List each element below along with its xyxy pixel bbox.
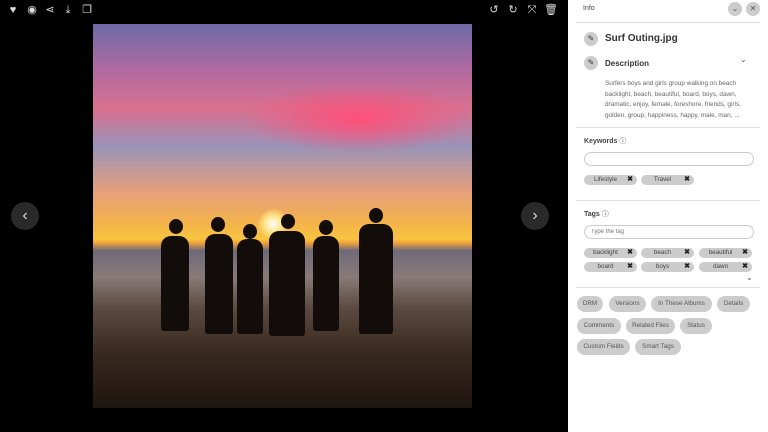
trash-icon[interactable]: 🗑 — [544, 3, 558, 17]
remove-icon[interactable]: ✖ — [742, 248, 748, 258]
tag-chip: beautiful ✖ — [699, 248, 752, 258]
download-icon[interactable]: ⤓ — [61, 3, 75, 17]
file-name: Surf Outing.jpg — [605, 33, 678, 44]
tags-input[interactable] — [584, 225, 754, 239]
tag-chip: backlight ✖ — [584, 248, 637, 258]
section-related-files[interactable]: Related Files — [626, 318, 675, 334]
help-icon[interactable]: ⓘ — [602, 211, 609, 218]
tag-chip: boys ✖ — [641, 262, 694, 272]
section-smart-tags[interactable]: Smart Tags — [635, 339, 681, 355]
keywords-input[interactable] — [584, 152, 754, 166]
description-label: Description — [605, 59, 650, 68]
description-text: Surfers boys and girls group walking on … — [605, 80, 741, 119]
section-comments[interactable]: Comments — [577, 318, 621, 334]
tags-label: Tags — [584, 211, 600, 218]
remove-icon[interactable]: ✖ — [627, 248, 633, 258]
share-icon[interactable]: ⋖ — [43, 3, 57, 17]
eye-icon[interactable]: ◉ — [25, 3, 39, 17]
info-panel: Info ⌄ ✕ ✎ Surf Outing.jpg ✎ Description… — [568, 0, 768, 432]
section-details[interactable]: Details — [717, 296, 750, 312]
section-drm[interactable]: DRM — [577, 296, 603, 312]
collapse-chevron-icon[interactable]: ⌄ — [728, 2, 742, 16]
close-icon[interactable]: ✕ — [746, 2, 760, 16]
section-versions[interactable]: Versions — [609, 296, 646, 312]
section-in-these-albums[interactable]: In These Albums — [651, 296, 712, 312]
remove-icon[interactable]: ✖ — [742, 262, 748, 272]
section-status[interactable]: Status — [680, 318, 712, 334]
tag-chip: board ✖ — [584, 262, 637, 272]
image-viewer: ♥ ◉ ⋖ ⤓ ❐ ↺ ↻ ⤧ 🗑 ‹ › — [0, 0, 568, 432]
next-image-button[interactable]: › — [521, 202, 549, 230]
keyword-chip: Lifestyle ✖ — [584, 175, 637, 185]
edit-description-pencil-icon[interactable]: ✎ — [584, 56, 598, 70]
copy-icon[interactable]: ❐ — [80, 3, 94, 17]
edit-name-pencil-icon[interactable]: ✎ — [584, 32, 598, 46]
tag-chip: dawn ✖ — [699, 262, 752, 272]
photo — [93, 24, 472, 408]
keywords-label: Keywords — [584, 138, 618, 145]
remove-icon[interactable]: ✖ — [627, 175, 633, 185]
previous-image-button[interactable]: ‹ — [11, 202, 39, 230]
section-custom-fields[interactable]: Custom Fields — [577, 339, 630, 355]
undo-icon[interactable]: ↺ — [487, 3, 501, 17]
remove-icon[interactable]: ✖ — [627, 262, 633, 272]
fit-icon[interactable]: ⤧ — [525, 3, 539, 17]
show-more-tags-chevron-icon[interactable]: ⌄ — [746, 273, 753, 282]
help-icon[interactable]: ⓘ — [619, 138, 626, 145]
remove-icon[interactable]: ✖ — [684, 248, 690, 258]
expand-description-chevron-icon[interactable]: ⌄ — [740, 55, 747, 64]
keyword-chip: Travel ✖ — [641, 175, 694, 185]
remove-icon[interactable]: ✖ — [684, 262, 690, 272]
heart-icon[interactable]: ♥ — [6, 3, 20, 17]
panel-title: Info — [583, 5, 595, 12]
tag-chip: beach ✖ — [641, 248, 694, 258]
remove-icon[interactable]: ✖ — [684, 175, 690, 185]
redo-icon[interactable]: ↻ — [506, 3, 520, 17]
